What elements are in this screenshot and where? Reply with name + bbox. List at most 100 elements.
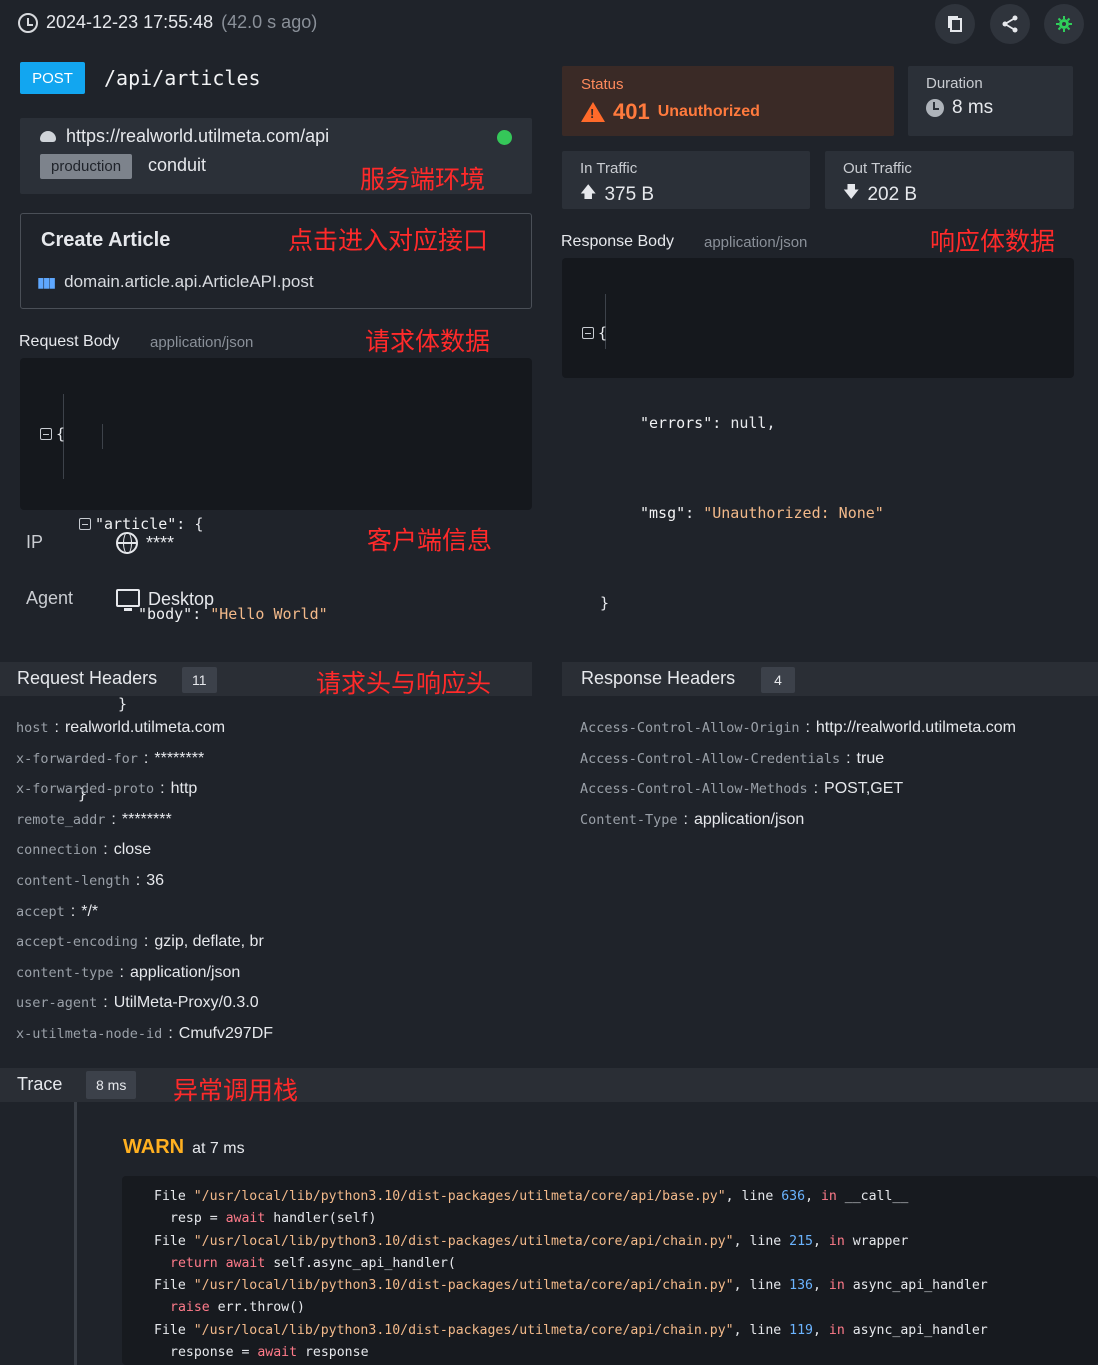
out-traffic-card: Out Traffic 🡇 202 B: [825, 151, 1074, 209]
header-separator: :: [683, 810, 688, 828]
trace-level: WARN: [123, 1136, 185, 1158]
annotation-trace: 异常调用栈: [173, 1076, 299, 1105]
traceback-code-line: raise err.throw(): [154, 1297, 988, 1319]
in-traffic-value: 🡅 375 B: [580, 181, 654, 208]
response-headers-list: Access-Control-Allow-Origin: http://realw…: [580, 713, 1016, 835]
header-separator: :: [54, 719, 59, 736]
globe-icon: [116, 532, 138, 554]
collapse-icon[interactable]: [582, 327, 594, 339]
header-separator: :: [119, 963, 124, 981]
json-key: "msg": [640, 504, 686, 522]
ip-label: IP: [26, 532, 44, 552]
annotation-response-body: 响应体数据: [930, 227, 1056, 256]
trace-header: Trace 8 ms: [0, 1068, 1098, 1102]
traceback-function: async_api_handler: [852, 1278, 988, 1294]
copy-icon: [948, 16, 962, 32]
annotation-server-env: 服务端环境: [360, 165, 486, 194]
traceback-code: response =: [170, 1345, 258, 1361]
request-path: /api/articles: [104, 66, 261, 90]
ip-value: ****: [116, 532, 174, 554]
traceback-in-keyword: in: [828, 1278, 845, 1294]
header-separator: :: [70, 902, 76, 920]
out-traffic-value: 🡇 202 B: [843, 181, 917, 208]
annotation-request-body: 请求体数据: [365, 327, 491, 356]
copy-button[interactable]: [935, 4, 975, 44]
header-row: Access-Control-Allow-Methods: POST,GET: [580, 774, 1016, 805]
header-key: x-forwarded-proto: [16, 781, 155, 798]
traceback-function: async_api_handler: [852, 1322, 988, 1338]
traceback-code: handler(self): [265, 1211, 377, 1227]
traceback-line-number: 636: [781, 1189, 806, 1204]
request-headers-count: 11: [182, 667, 217, 693]
traceback-file-line: File "/usr/local/lib/python3.10/dist-pac…: [154, 1233, 909, 1249]
annotation-headers: 请求头与响应头: [316, 669, 492, 698]
header-separator: :: [168, 1024, 173, 1042]
traceback-in-keyword: in: [828, 1233, 845, 1249]
response-headers-title: Response Headers: [581, 668, 736, 688]
method-badge: POST: [20, 62, 85, 94]
header-separator: :: [846, 749, 851, 767]
warning-icon: [581, 102, 605, 122]
traceback-in-keyword: in: [820, 1189, 837, 1204]
header-key: accept-encoding: [16, 934, 138, 951]
header-key: content-type: [16, 964, 114, 981]
out-traffic-label: Out Traffic: [843, 160, 912, 177]
header-row: accept-encoding: gzip, deflate, br: [16, 927, 273, 958]
header-value: POST,GET: [824, 780, 904, 798]
traceback-function: __call__: [844, 1189, 909, 1204]
traceback-box: File "/usr/local/lib/python3.10/dist-pac…: [122, 1176, 1098, 1365]
request-body-code: { "article": { "body": "Hello World" } }: [20, 358, 532, 803]
settings-icon: [1056, 16, 1072, 32]
json-key: "article": [95, 515, 177, 533]
traceback-code: err.throw(): [209, 1300, 305, 1316]
request-headers-list: host: realworld.utilmeta.com x-forwarded-f…: [16, 713, 273, 1050]
header-key: Access-Control-Allow-Credentials: [580, 750, 841, 767]
collapse-icon[interactable]: [40, 428, 52, 440]
header-row: remote_addr: ********: [16, 805, 273, 836]
traceback-code-line: response = await response: [154, 1342, 988, 1364]
header-row: x-utilmeta-node-id: Cmufv297DF: [16, 1019, 273, 1050]
collapse-icon[interactable]: [79, 518, 91, 530]
traceback-code: self.async_api_handler(: [265, 1255, 456, 1271]
header-separator: :: [160, 780, 165, 798]
header-separator: :: [135, 871, 141, 889]
response-body-label: Response Body: [561, 233, 674, 250]
response-body-code: { "errors": null, "msg": "Unauthorized: …: [562, 258, 1074, 612]
header-separator: :: [805, 719, 810, 736]
header-key: connection: [16, 842, 98, 859]
service-name: conduit: [148, 155, 207, 175]
header-separator: :: [103, 994, 108, 1012]
traceback-path: "/usr/local/lib/python3.10/dist-packages…: [193, 1189, 726, 1204]
response-body-type: application/json: [704, 234, 808, 251]
status-label: Status: [581, 76, 624, 93]
traceback-path: "/usr/local/lib/python3.10/dist-packages…: [193, 1278, 734, 1294]
arrow-up-icon: 🡅: [580, 184, 597, 201]
header-row: x-forwarded-for: ********: [16, 744, 273, 775]
header-separator: :: [813, 780, 819, 798]
json-value: null: [730, 414, 767, 432]
settings-button[interactable]: [1044, 4, 1084, 44]
agent-text: Desktop: [148, 589, 215, 609]
trace-timeline: [74, 1102, 77, 1365]
header-value: */*: [81, 902, 99, 920]
header-row: Access-Control-Allow-Credentials: true: [580, 744, 1016, 775]
request-headers-title: Request Headers: [17, 668, 158, 688]
api-endpoint-text: domain.article.api.ArticleAPI.post: [64, 272, 314, 291]
env-tag: production: [40, 154, 133, 179]
traceback-code: response: [297, 1345, 369, 1361]
request-body-type: application/json: [150, 334, 254, 351]
status-card: Status 401 Unauthorized: [562, 66, 894, 136]
share-button[interactable]: [990, 4, 1030, 44]
request-time: 2024-12-23 17:55:48 (42.0 s ago): [18, 12, 317, 33]
header-key: remote_addr: [16, 811, 106, 828]
out-traffic-text: 202 B: [867, 183, 918, 205]
traceback-keyword: await: [257, 1345, 298, 1361]
clock-icon: [18, 12, 38, 33]
traceback-text: File "/usr/local/lib/python3.10/dist-pac…: [154, 1186, 988, 1364]
desktop-icon: [116, 588, 140, 611]
header-separator: :: [103, 841, 108, 859]
header-key: Access-Control-Allow-Methods: [580, 781, 808, 798]
header-key: Access-Control-Allow-Origin: [580, 720, 800, 736]
status-value: 401 Unauthorized: [581, 99, 760, 125]
ip-text: ****: [146, 532, 175, 553]
